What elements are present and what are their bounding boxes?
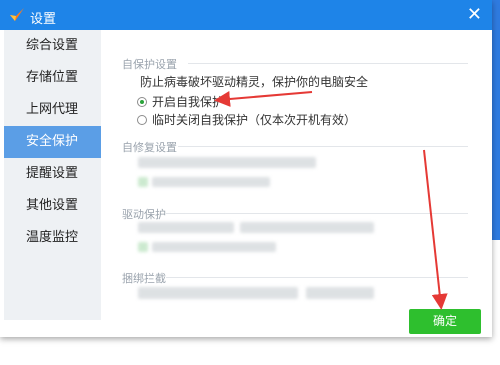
section-title-driver-protect: 驱动保护 bbox=[122, 208, 166, 221]
checkmark-logo-icon bbox=[10, 8, 24, 21]
sidebar-item-reminder[interactable]: 提醒设置 bbox=[4, 158, 101, 190]
blurred-option bbox=[152, 242, 276, 252]
blurred-option bbox=[138, 222, 234, 233]
sidebar-item-proxy[interactable]: 上网代理 bbox=[4, 94, 101, 126]
section-divider bbox=[166, 213, 468, 214]
sidebar-item-other[interactable]: 其他设置 bbox=[4, 190, 101, 222]
close-icon[interactable]: ✕ bbox=[467, 5, 482, 25]
blurred-option bbox=[240, 222, 374, 233]
sidebar: 综合设置 存储位置 上网代理 安全保护 提醒设置 其他设置 温度监控 bbox=[4, 30, 101, 320]
blurred-option bbox=[138, 287, 298, 299]
blurred-option bbox=[152, 177, 270, 187]
sidebar-item-general[interactable]: 综合设置 bbox=[4, 30, 101, 62]
section-divider bbox=[188, 63, 468, 64]
radio-disable-self-protect[interactable]: 临时关闭自我保护（仅本次开机有效） bbox=[137, 111, 356, 128]
radio-enable-self-protect[interactable]: 开启自我保护 bbox=[137, 93, 224, 110]
title-bar: 设置 ✕ bbox=[0, 0, 492, 30]
window-title: 设置 bbox=[30, 12, 57, 27]
section-divider bbox=[166, 277, 468, 278]
blurred-option bbox=[138, 157, 316, 168]
radio-unchecked-icon[interactable] bbox=[137, 114, 147, 125]
section-divider bbox=[178, 146, 468, 147]
section-title-self-repair: 自修复设置 bbox=[122, 141, 177, 154]
section-title-bundle-block: 捆绑拦截 bbox=[122, 272, 166, 285]
sidebar-item-temperature[interactable]: 温度监控 bbox=[4, 222, 101, 254]
sidebar-item-security[interactable]: 安全保护 bbox=[4, 126, 101, 158]
blurred-option bbox=[306, 287, 374, 299]
blurred-checkbox bbox=[138, 177, 148, 187]
radio-checked-icon[interactable] bbox=[137, 96, 147, 107]
settings-dialog: 设置 ✕ 综合设置 存储位置 上网代理 安全保护 提醒设置 其他设置 温度监控 … bbox=[0, 0, 492, 337]
radio-label: 临时关闭自我保护（仅本次开机有效） bbox=[152, 113, 357, 127]
blurred-checkbox bbox=[138, 242, 148, 252]
section-title-self-protect: 自保护设置 bbox=[122, 58, 177, 71]
background-window-edge bbox=[492, 0, 500, 240]
radio-label: 开启自我保护 bbox=[152, 95, 225, 109]
sidebar-item-storage[interactable]: 存储位置 bbox=[4, 62, 101, 94]
ok-button[interactable]: 确定 bbox=[409, 309, 481, 334]
self-protect-description: 防止病毒破坏驱动精灵，保护你的电脑安全 bbox=[140, 75, 369, 89]
